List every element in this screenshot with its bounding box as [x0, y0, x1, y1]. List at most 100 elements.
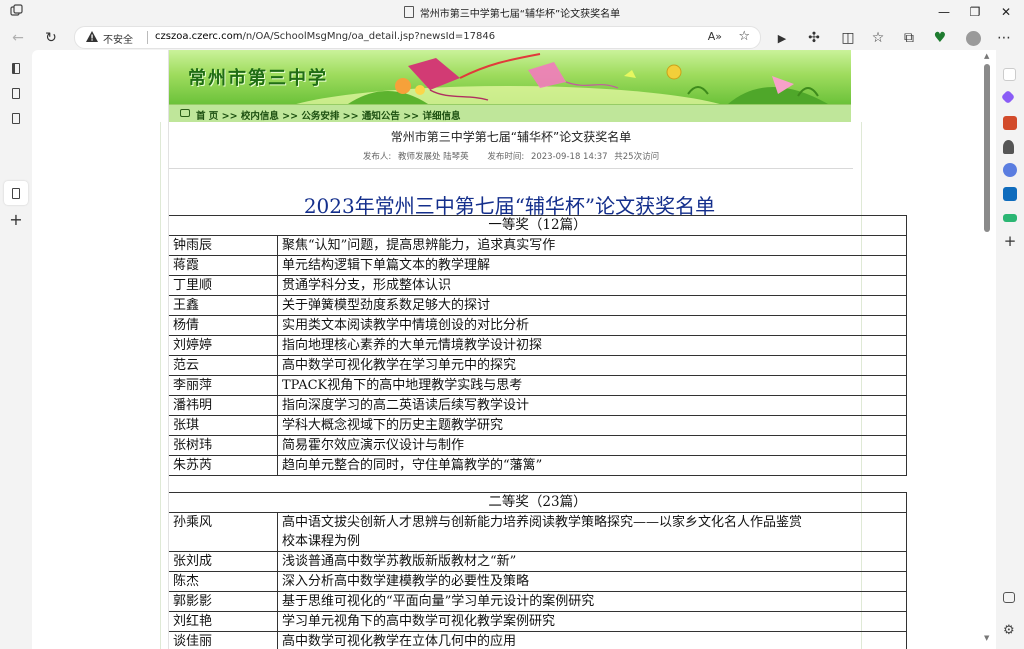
author-name: 丁里顺: [168, 275, 278, 296]
table-row: 张刘成 浅谈普通高中数学苏教版新版教材之“新”: [168, 551, 907, 572]
paper-title: 学科大概念视域下的历史主题教学研究: [277, 415, 907, 436]
table-row: 刘婷婷 指向地理核心素养的大单元情境教学设计初探: [168, 335, 907, 356]
publisher-label: 发布人:: [362, 152, 392, 162]
table-row: 朱苏芮 趋向单元整合的同时，守住单篇教学的“藩篱”: [168, 455, 907, 476]
tools-icon[interactable]: [1003, 116, 1017, 130]
address-divider: [147, 31, 148, 44]
paper-title: 高中语文拔尖创新人才思辨与创新能力培养阅读教学策略探究——以家乡文化名人作品鉴赏…: [277, 512, 907, 552]
paper-title: TPACK视角下的高中地理教学实践与思考: [277, 375, 907, 396]
paper-title-line: 高中语文拔尖创新人才思辨与创新能力培养阅读教学策略探究——以家乡文化名人作品鉴赏: [282, 515, 803, 530]
paper-title: 浅谈普通高中数学苏教版新版教材之“新”: [277, 551, 907, 572]
table-row: 丁里顺 贯通学科分支，形成整体认识: [168, 275, 907, 296]
page-viewport: 常州市第三中学 首 页 >> 校内信息 >> 公务安排 >> 通知公告 >> 详…: [32, 50, 996, 649]
section-header-row: 一等奖（12篇）: [168, 215, 907, 236]
title-bar: 常州市第三中学第七届“辅华杯”论文获奖名单 — ❐ ✕: [0, 0, 1024, 24]
table-row: 李丽萍 TPACK视角下的高中地理教学实践与思考: [168, 375, 907, 396]
window-title: 常州市第三中学第七届“辅华杯”论文获奖名单: [0, 5, 1024, 20]
author-name: 李丽萍: [168, 375, 278, 396]
article-title: 常州市第三中学第七届“辅华杯”论文获奖名单: [390, 130, 632, 144]
paper-title: 深入分析高中数学建模教学的必要性及策略: [277, 571, 907, 592]
search-icon[interactable]: [1003, 68, 1016, 81]
tab-page-icon[interactable]: [9, 86, 23, 100]
split-screen-icon[interactable]: ◫: [838, 28, 858, 48]
paper-title-line: 校本课程为例: [282, 534, 361, 549]
table-row: 刘红艳 学习单元视角下的高中数学可视化教学案例研究: [168, 611, 907, 632]
url-domain: czszoa.czerc.com: [155, 31, 243, 42]
table-row: 潘祎明 指向深度学习的高二英语读后续写教学设计: [168, 395, 907, 416]
new-tab-icon[interactable]: +: [9, 210, 23, 229]
author-name: 郭影影: [168, 591, 278, 612]
tab-actions-icon[interactable]: [9, 61, 23, 75]
browser-essentials-icon[interactable]: ♥: [930, 28, 950, 48]
extensions-icon[interactable]: ✣: [804, 28, 824, 48]
table-row: 杨倩 实用类文本阅读教学中情境创设的对比分析: [168, 315, 907, 336]
breadcrumb-text[interactable]: 首 页 >> 校内信息 >> 公务安排 >> 通知公告 >> 详细信息: [196, 108, 460, 122]
site-banner: 常州市第三中学: [168, 50, 851, 104]
outlook-icon[interactable]: [1003, 187, 1017, 201]
shopping-tag-icon[interactable]: [1000, 89, 1016, 105]
table-row: 陈杰 深入分析高中数学建模教学的必要性及策略: [168, 571, 907, 592]
page-left-border: [168, 50, 169, 649]
favorite-star-icon[interactable]: ☆: [738, 29, 750, 44]
scroll-down-arrow[interactable]: ▼: [984, 634, 989, 642]
more-menu-icon[interactable]: ⋯: [994, 28, 1014, 48]
active-tab-page-icon[interactable]: [9, 186, 23, 200]
author-name: 朱苏芮: [168, 455, 278, 476]
school-name: 常州市第三中学: [188, 68, 328, 89]
drop-icon[interactable]: [1003, 214, 1017, 222]
security-label[interactable]: 不安全: [103, 31, 133, 46]
warning-icon[interactable]: [85, 30, 99, 44]
close-button[interactable]: ✕: [992, 3, 1020, 21]
author-name: 蒋霞: [168, 255, 278, 276]
breadcrumb: 首 页 >> 校内信息 >> 公务安排 >> 通知公告 >> 详细信息: [168, 104, 851, 123]
paper-title: 简易霍尔效应演示仪设计与制作: [277, 435, 907, 456]
refresh-button[interactable]: ↻: [41, 28, 61, 48]
play-icon[interactable]: ▶: [772, 28, 792, 48]
scrollbar-thumb[interactable]: [984, 64, 990, 232]
paper-title: 指向深度学习的高二英语读后续写教学设计: [277, 395, 907, 416]
scroll-up-arrow[interactable]: ▲: [984, 52, 989, 60]
table-row: 谈佳丽 高中数学可视化教学在立体几何中的应用: [168, 631, 907, 649]
time-label: 发布时间:: [487, 152, 525, 162]
author-name: 刘婷婷: [168, 335, 278, 356]
profile-avatar[interactable]: [963, 28, 983, 48]
paper-title: 聚焦“认知”问题，提高思辨能力，追求真实写作: [277, 235, 907, 256]
table-row: 范云 高中数学可视化教学在学习单元中的探究: [168, 355, 907, 376]
publisher: 教师发展处 陆琴英: [397, 152, 469, 162]
vertical-tabs-sidebar: +: [0, 50, 32, 649]
author-name: 钟雨辰: [168, 235, 278, 256]
author-name: 张琪: [168, 415, 278, 436]
back-button[interactable]: ←: [8, 28, 28, 48]
tab-page-icon[interactable]: [9, 111, 23, 125]
favorites-icon[interactable]: ☆: [868, 28, 888, 48]
author-name: 张刘成: [168, 551, 278, 572]
author-name: 范云: [168, 355, 278, 376]
table-row: 孙乘风 高中语文拔尖创新人才思辨与创新能力培养阅读教学策略探究——以家乡文化名人作…: [168, 512, 907, 552]
article-meta: 发布人: 教师发展处 陆琴英 发布时间: 2023-09-18 14:37 共2…: [161, 150, 861, 162]
paper-title: 学习单元视角下的高中数学可视化教学案例研究: [277, 611, 907, 632]
collections-icon[interactable]: ⧉: [899, 28, 919, 48]
copilot-icon[interactable]: [1003, 163, 1017, 177]
paper-title: 趋向单元整合的同时，守住单篇教学的“藩篱”: [277, 455, 907, 476]
screenshot-icon[interactable]: [1003, 592, 1015, 603]
view-count: 共25次访问: [614, 152, 660, 162]
paper-title: 贯通学科分支，形成整体认识: [277, 275, 907, 296]
minimize-button[interactable]: —: [930, 3, 958, 21]
read-aloud-icon[interactable]: A»: [708, 30, 722, 43]
paper-title: 基于思维可视化的“平面向量”学习单元设计的案例研究: [277, 591, 907, 612]
restore-button[interactable]: ❐: [961, 3, 989, 21]
settings-gear-icon[interactable]: ⚙: [1003, 624, 1017, 638]
second-prize-header: 二等奖（23篇）: [168, 492, 907, 513]
add-sidebar-app-icon[interactable]: +: [1003, 234, 1017, 249]
author-name: 谈佳丽: [168, 631, 278, 649]
address-bar[interactable]: 不安全 czszoa.czerc.com/n/OA/SchoolMsgMng/o…: [74, 26, 761, 49]
url-text[interactable]: czszoa.czerc.com/n/OA/SchoolMsgMng/oa_de…: [155, 31, 495, 42]
author-name: 王鑫: [168, 295, 278, 316]
paper-title: 关于弹簧模型劲度系数足够大的探讨: [277, 295, 907, 316]
games-icon[interactable]: [1003, 140, 1014, 154]
vertical-scrollbar[interactable]: ▲ ▼: [984, 52, 990, 644]
first-prize-header: 一等奖（12篇）: [168, 215, 907, 236]
table-row: 钟雨辰 聚焦“认知”问题，提高思辨能力，追求真实写作: [168, 235, 907, 256]
author-name: 杨倩: [168, 315, 278, 336]
first-prize-table: 一等奖（12篇） 钟雨辰 聚焦“认知”问题，提高思辨能力，追求真实写作 蒋霞 单元结构…: [168, 215, 907, 476]
